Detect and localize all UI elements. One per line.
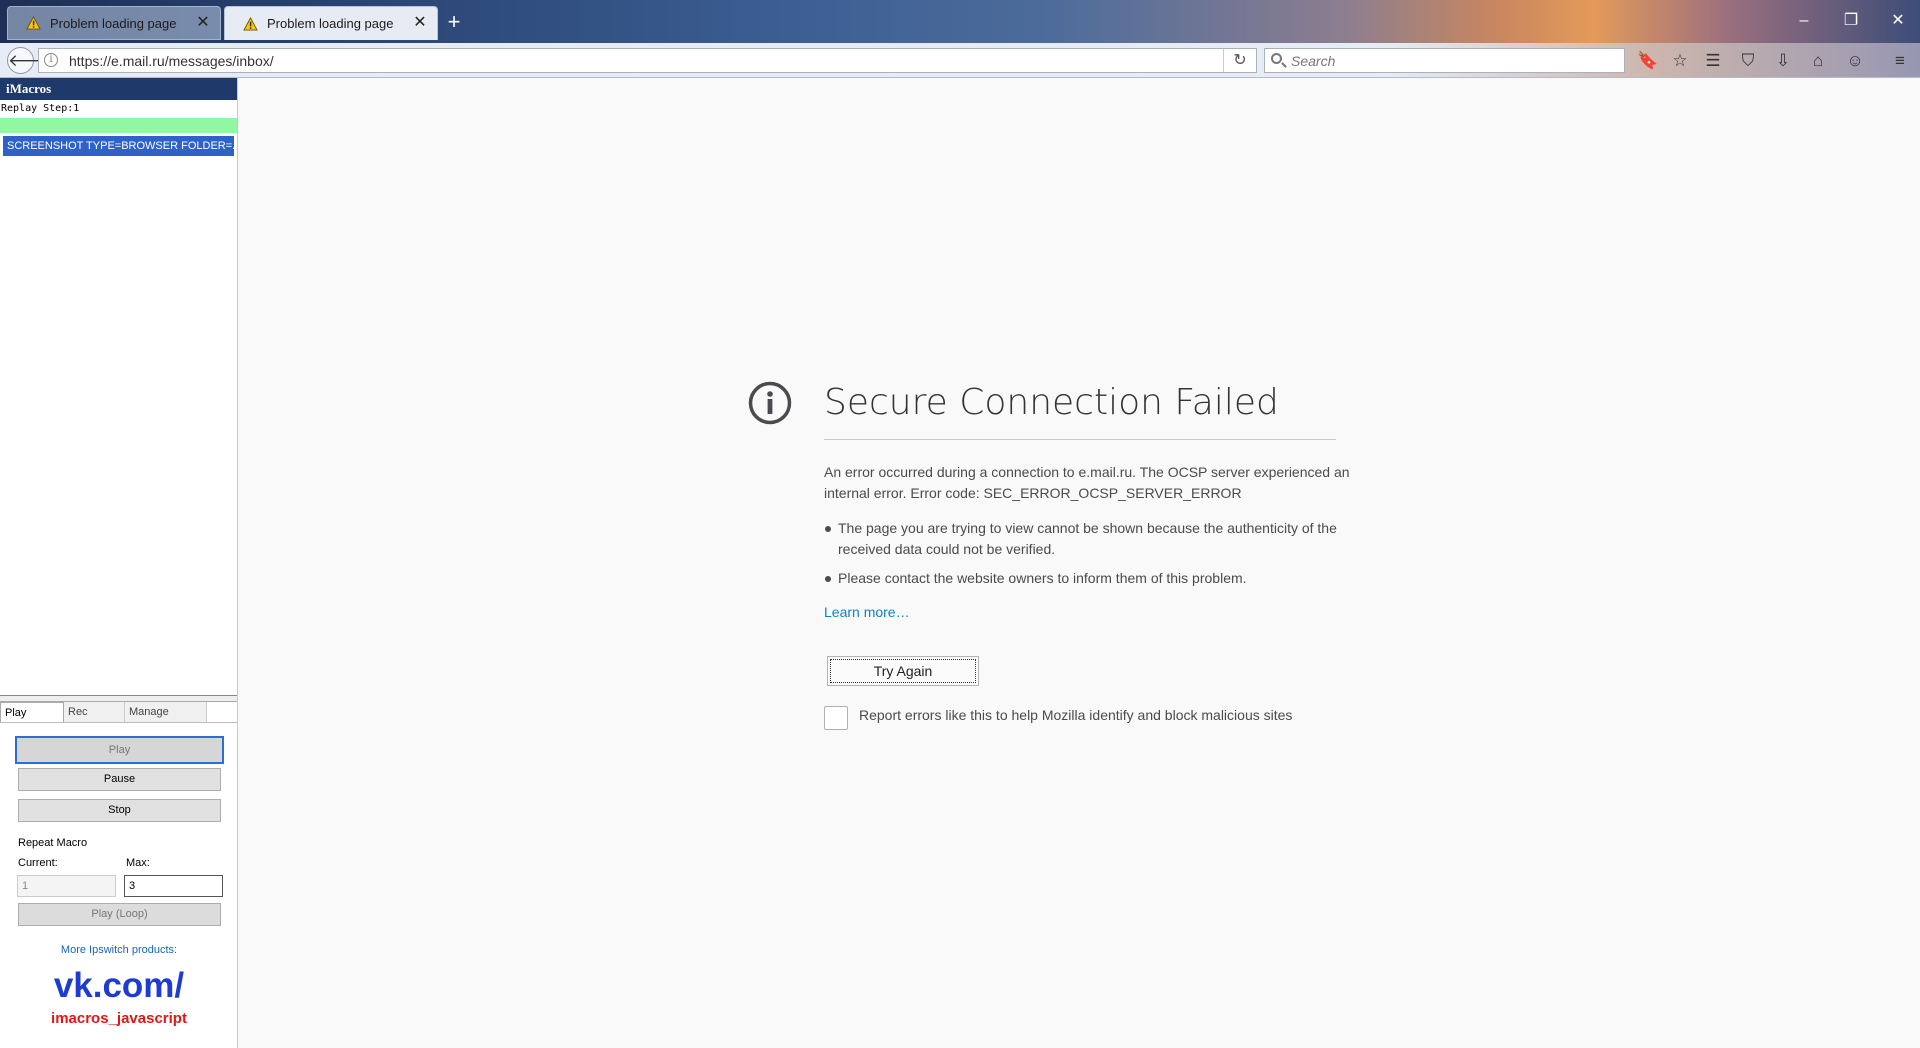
max-field[interactable]: 3 [124,875,223,897]
menu-icon[interactable]: ≡ [1890,51,1910,71]
try-again-button[interactable]: Try Again [827,656,979,686]
new-tab-button[interactable]: + [444,11,464,33]
panel-splitter[interactable] [0,695,237,702]
back-button[interactable]: 🡐 [7,47,54,74]
reading-list-icon[interactable]: ☰ [1703,51,1723,71]
report-errors-checkbox[interactable] [824,706,848,730]
close-icon[interactable]: ✕ [1883,10,1913,32]
current-field: 1 [17,875,116,897]
info-icon[interactable]: i [44,53,58,67]
error-description: An error occurred during a connection to… [824,464,1350,501]
smiley-icon[interactable]: ☺ [1845,51,1865,71]
search-input[interactable]: Search [1264,48,1625,73]
learn-more-link[interactable]: Learn more… [824,604,910,620]
search-placeholder: Search [1291,53,1336,69]
imacros-icon[interactable]: 🔖 [1637,51,1658,71]
bookmark-star-icon[interactable]: ☆ [1670,51,1690,71]
imacros-tabs: Play Rec Manage [0,702,237,723]
url-bar[interactable]: i https://e.mail.ru/messages/inbox/ ↻ [38,48,1257,73]
error-details-list: The page you are trying to view cannot b… [824,518,1344,597]
repeat-macro-label: Repeat Macro [18,837,88,849]
warning-icon [26,16,41,30]
restore-icon[interactable]: ❐ [1836,10,1866,32]
title-divider [824,439,1336,440]
list-item: Please contact the website owners to inf… [824,568,1344,589]
list-item: The page you are trying to view cannot b… [824,518,1344,560]
tab-manage[interactable]: Manage [125,702,207,722]
imacros-sidebar: iMacros Replay Step:1 SCREENSHOT TYPE=BR… [0,78,238,1048]
progress-bar [0,118,237,133]
stop-button[interactable]: Stop [18,799,221,822]
pause-button[interactable]: Pause [18,768,221,791]
page-title: Secure Connection Failed [824,382,1279,423]
promo-subtext: imacros_javascript [51,1010,187,1027]
tab-1[interactable]: Problem loading page ✕ [7,6,221,40]
downloads-icon[interactable]: ⇩ [1773,51,1793,71]
close-tab-icon[interactable]: ✕ [194,14,212,32]
close-tab-icon[interactable]: ✕ [411,14,429,32]
search-icon [1271,53,1282,64]
replay-step: Replay Step:1 [1,103,80,114]
play-loop-button[interactable]: Play (Loop) [18,903,221,926]
max-label: Max: [126,857,150,869]
home-icon[interactable]: ⌂ [1808,51,1828,71]
tab-2[interactable]: Problem loading page ✕ [224,6,438,40]
promo-text: vk.com/ [53,966,185,1005]
report-errors-label: Report errors like this to help Mozilla … [859,707,1293,723]
navigation-toolbar: 🡐 i https://e.mail.ru/messages/inbox/ ↻ … [0,43,1920,78]
tab-play[interactable]: Play [0,702,64,722]
tab-rec[interactable]: Rec [64,702,125,722]
sidebar-title: iMacros [0,78,237,100]
pocket-icon[interactable]: ⛉ [1738,51,1758,71]
play-button[interactable]: Play [15,736,224,764]
macro-line[interactable]: SCREENSHOT TYPE=BROWSER FOLDER=... [3,136,234,156]
current-label: Current: [18,857,58,869]
title-bar: Problem loading page ✕ Problem loading p… [0,0,1920,43]
reload-icon[interactable]: ↻ [1223,49,1256,72]
url-text[interactable]: https://e.mail.ru/messages/inbox/ [69,53,274,69]
minimize-icon[interactable]: – [1789,10,1819,32]
more-products-link[interactable]: More Ipswitch products: [0,944,238,956]
warning-icon [243,16,258,31]
tab-title: Problem loading page [267,16,394,31]
info-icon [748,381,792,425]
tab-title: Problem loading page [50,15,177,31]
